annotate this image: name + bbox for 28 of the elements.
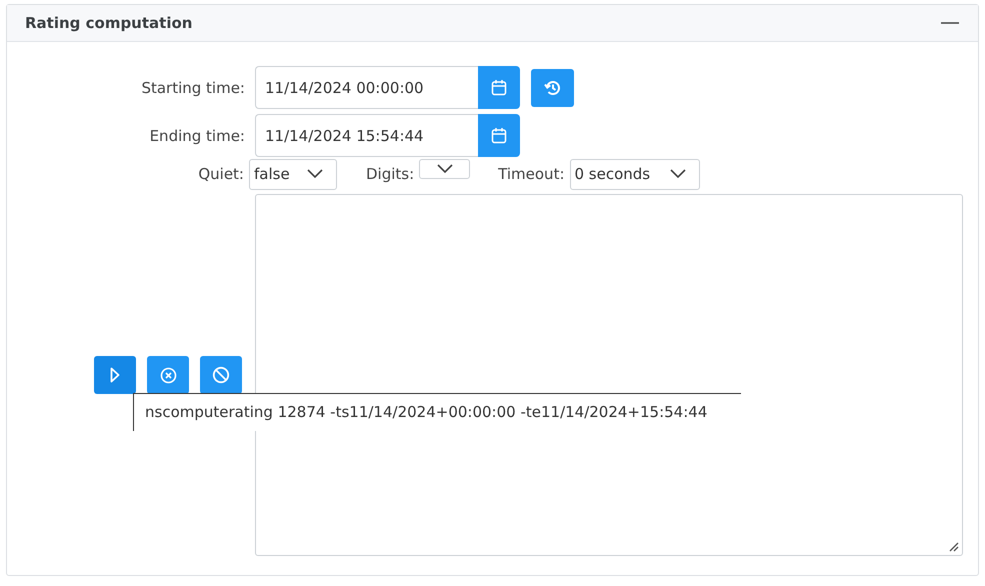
dropdown[interactable]	[419, 159, 470, 179]
stop-button[interactable]	[200, 356, 242, 394]
cancel-button[interactable]	[147, 356, 189, 394]
datetime-field[interactable]: 11/14/2024 15:54:44	[255, 114, 478, 157]
field-label: Starting time:	[140, 78, 246, 96]
dropdown[interactable]: 0 seconds	[570, 158, 700, 190]
block-icon	[212, 366, 230, 384]
chevron-icon	[307, 169, 323, 178]
calendar-icon	[491, 127, 507, 144]
chevron-icon	[437, 164, 454, 173]
option-label: Quiet:	[197, 165, 244, 183]
play-icon	[110, 367, 120, 383]
calendar-button[interactable]	[478, 66, 520, 109]
chevron-icon	[670, 169, 686, 178]
calendar-button[interactable]	[478, 114, 520, 157]
cancel-icon	[160, 366, 176, 384]
field-label: Ending time:	[148, 126, 246, 144]
resize-handle-icon[interactable]	[949, 542, 959, 552]
calendar-icon	[491, 79, 507, 96]
dropdown[interactable]: false	[249, 158, 337, 190]
option-label: Digits:	[366, 165, 414, 183]
tooltip: nscomputerating 12874 -ts11/14/2024+00:00:00 -te11/14/2024+15:54:44	[133, 393, 741, 431]
history-icon	[544, 78, 562, 96]
panel-title: Rating computation	[25, 14, 192, 32]
run-button[interactable]	[94, 356, 136, 394]
datetime-field[interactable]: 11/14/2024 00:00:00	[255, 66, 478, 109]
history-button[interactable]	[531, 68, 574, 106]
option-label: Timeout:	[498, 165, 564, 183]
